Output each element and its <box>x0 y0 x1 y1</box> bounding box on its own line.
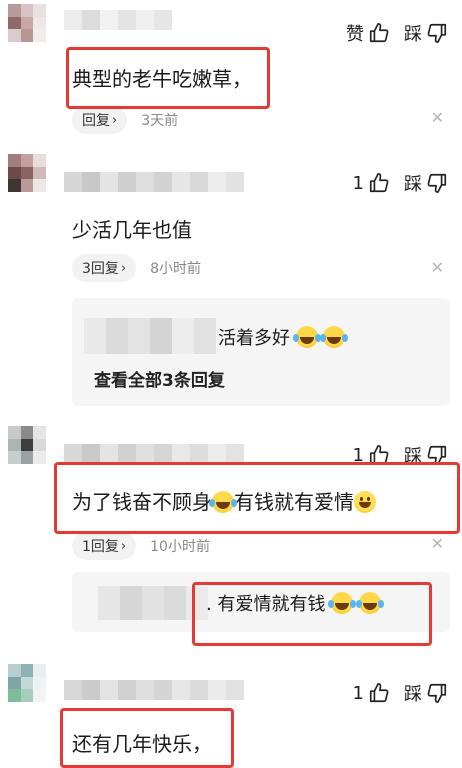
comment-item: 1 踩 少活几年也值 3回复 › 8小时前 ✕ 活着多好 查看全部3条回复 <box>0 146 462 416</box>
dislike-button[interactable]: 踩 <box>404 680 448 706</box>
timestamp: 8小时前 <box>150 261 202 277</box>
dislike-label: 踩 <box>404 174 422 195</box>
dislike-button[interactable]: 踩 <box>404 442 448 468</box>
like-count: 1 <box>352 682 364 704</box>
sub-reply-username-blurred[interactable] <box>98 586 208 620</box>
laughing-tears-emoji <box>292 326 318 348</box>
sub-reply-text: 活着多好 <box>218 328 290 349</box>
comment-text-part-2: 有钱就有爱情 <box>234 490 354 514</box>
avatar[interactable] <box>8 4 46 42</box>
like-label: 赞 <box>346 24 364 45</box>
like-count: 1 <box>352 172 364 194</box>
timestamp: 3天前 <box>141 113 179 129</box>
chevron-right-icon: › <box>112 112 118 128</box>
like-button[interactable]: 1 <box>353 444 390 466</box>
username-blurred[interactable] <box>64 444 244 464</box>
reply-button[interactable]: 回复 › <box>72 106 128 134</box>
avatar[interactable] <box>8 426 46 464</box>
comment-meta: 1回复 › 10小时前 <box>72 532 210 560</box>
reply-label: 3回复 <box>82 261 119 277</box>
close-icon[interactable]: ✕ <box>431 108 444 127</box>
thumbs-down-icon <box>427 173 447 193</box>
sub-reply-text-line: 活着多好 <box>218 324 346 350</box>
reply-label: 1回复 <box>82 539 119 555</box>
comment-text-part-1: 为了钱奋不顾身 <box>72 490 212 514</box>
comment-text: 还有几年快乐， <box>72 732 212 756</box>
dislike-button[interactable]: 踩 <box>404 170 448 196</box>
thumbs-down-icon <box>427 683 447 703</box>
chevron-right-icon: › <box>120 538 127 554</box>
username-blurred[interactable] <box>64 680 244 700</box>
thumbs-up-icon <box>369 683 389 703</box>
like-button[interactable]: 1 <box>353 172 390 194</box>
comment-item: 赞 踩 典型的老牛吃嫩草， 回复 › 3天前 ✕ <box>0 0 462 140</box>
view-all-replies-link[interactable]: 查看全部3条回复 <box>94 366 225 391</box>
reply-button[interactable]: 3回复 › <box>72 254 137 282</box>
comment-actions: 赞 踩 <box>346 20 448 46</box>
laughing-tears-emoji <box>320 326 346 348</box>
sub-reply-box[interactable]: 活着多好 查看全部3条回复 <box>72 298 450 406</box>
username-blurred[interactable] <box>64 172 244 192</box>
reply-button[interactable]: 1回复 › <box>72 532 137 560</box>
comment-actions: 1 踩 <box>353 442 448 468</box>
sub-reply-text-line: . 有爱情就有钱 <box>206 590 381 616</box>
dislike-label: 踩 <box>404 684 422 705</box>
avatar[interactable] <box>8 664 46 702</box>
timestamp: 10小时前 <box>150 539 210 555</box>
username-blurred[interactable] <box>64 10 172 30</box>
comment-text: 少活几年也值 <box>72 218 192 242</box>
dislike-label: 踩 <box>404 24 422 45</box>
comment-item: 1 踩 还有几年快乐， <box>0 660 462 768</box>
close-icon[interactable]: ✕ <box>431 534 444 553</box>
thumbs-up-icon <box>369 445 389 465</box>
laughing-tears-emoji <box>355 592 381 614</box>
comment-item: 1 踩 为了钱奋不顾身 有钱就有爱情 1回复 › 10小时前 ✕ . 有爱情就有钱 <box>0 424 462 656</box>
comment-text: 典型的老牛吃嫩草， <box>72 67 252 91</box>
like-button[interactable]: 1 <box>353 682 390 704</box>
thumbs-down-icon <box>427 23 447 43</box>
thumbs-up-icon <box>369 173 389 193</box>
thumbs-down-icon <box>427 445 447 465</box>
comment-actions: 1 踩 <box>353 680 448 706</box>
sub-reply-box[interactable]: . 有爱情就有钱 <box>72 572 450 632</box>
comment-meta: 回复 › 3天前 <box>72 106 178 134</box>
sub-reply-text: . 有爱情就有钱 <box>206 594 326 615</box>
chevron-right-icon: › <box>120 260 127 276</box>
dislike-button[interactable]: 踩 <box>404 20 448 46</box>
like-count: 1 <box>352 444 364 466</box>
laughing-tears-emoji <box>328 592 354 614</box>
grinning-emoji <box>354 491 376 513</box>
avatar[interactable] <box>8 154 46 192</box>
comment-actions: 1 踩 <box>353 170 448 196</box>
dislike-label: 踩 <box>404 446 422 467</box>
sub-reply-username-blurred[interactable] <box>84 318 216 354</box>
thumbs-up-icon <box>369 23 389 43</box>
comment-text: 为了钱奋不顾身 有钱就有爱情 <box>72 486 376 515</box>
comment-meta: 3回复 › 8小时前 <box>72 254 201 282</box>
close-icon[interactable]: ✕ <box>431 258 444 277</box>
reply-label: 回复 <box>82 113 110 129</box>
laughing-tears-emoji <box>209 491 234 513</box>
like-button[interactable]: 赞 <box>346 20 390 46</box>
